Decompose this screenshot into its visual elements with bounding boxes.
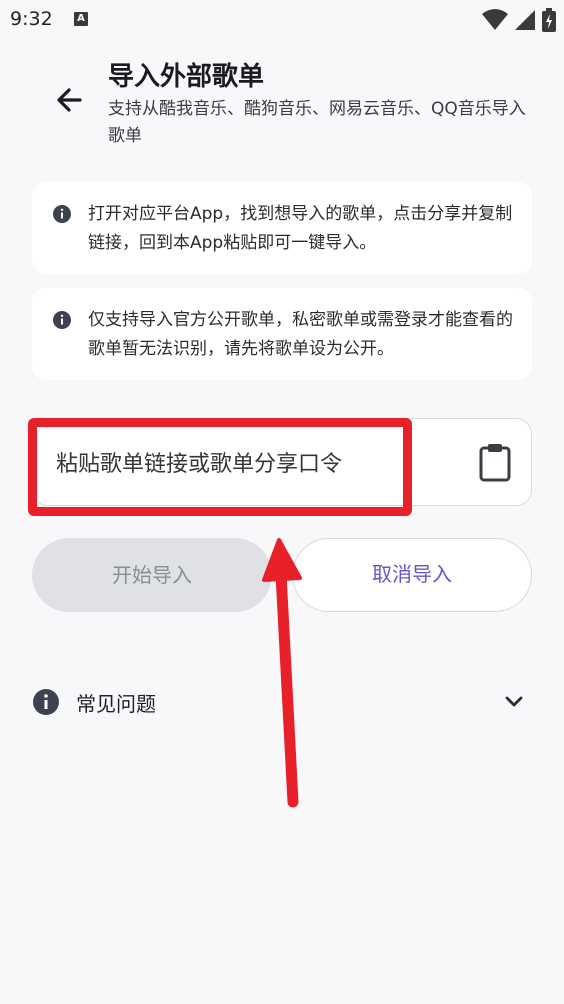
start-import-button[interactable]: 开始导入	[32, 538, 272, 612]
signal-icon	[515, 10, 535, 30]
page-title: 导入外部歌单	[108, 62, 265, 92]
info-icon	[53, 205, 71, 223]
annotation-highlight-box	[28, 418, 412, 516]
tip-card: 仅支持导入官方公开歌单，私密歌单或需登录才能查看的歌单暂无法识别，请先将歌单设为…	[32, 288, 532, 380]
status-time: 9:32	[10, 8, 53, 30]
tip-text: 打开对应平台App，找到想导入的歌单，点击分享并复制链接，回到本App粘贴即可一…	[88, 204, 513, 253]
page-subtitle: 支持从酷我音乐、酷狗音乐、网易云音乐、QQ音乐导入歌单	[108, 99, 526, 146]
status-bar: 9:32 A	[0, 0, 564, 40]
info-icon	[53, 311, 71, 329]
wifi-icon	[482, 9, 508, 30]
tip-card: 打开对应平台App，找到想导入的歌单，点击分享并复制链接，回到本App粘贴即可一…	[32, 182, 532, 274]
arrow-left-icon	[57, 88, 82, 112]
faq-label: 常见问题	[76, 692, 156, 716]
info-icon	[33, 689, 59, 715]
clipboard-icon	[479, 444, 511, 482]
back-button[interactable]	[50, 80, 90, 120]
status-icons	[482, 8, 556, 32]
tip-text: 仅支持导入官方公开歌单，私密歌单或需登录才能查看的歌单暂无法识别，请先将歌单设为…	[88, 310, 513, 359]
paste-button[interactable]	[478, 442, 512, 482]
a-notification-icon: A	[74, 12, 88, 26]
cancel-import-button[interactable]: 取消导入	[292, 538, 532, 612]
faq-row[interactable]: 常见问题	[32, 678, 532, 726]
battery-icon	[542, 8, 556, 32]
chevron-down-icon	[505, 696, 523, 707]
